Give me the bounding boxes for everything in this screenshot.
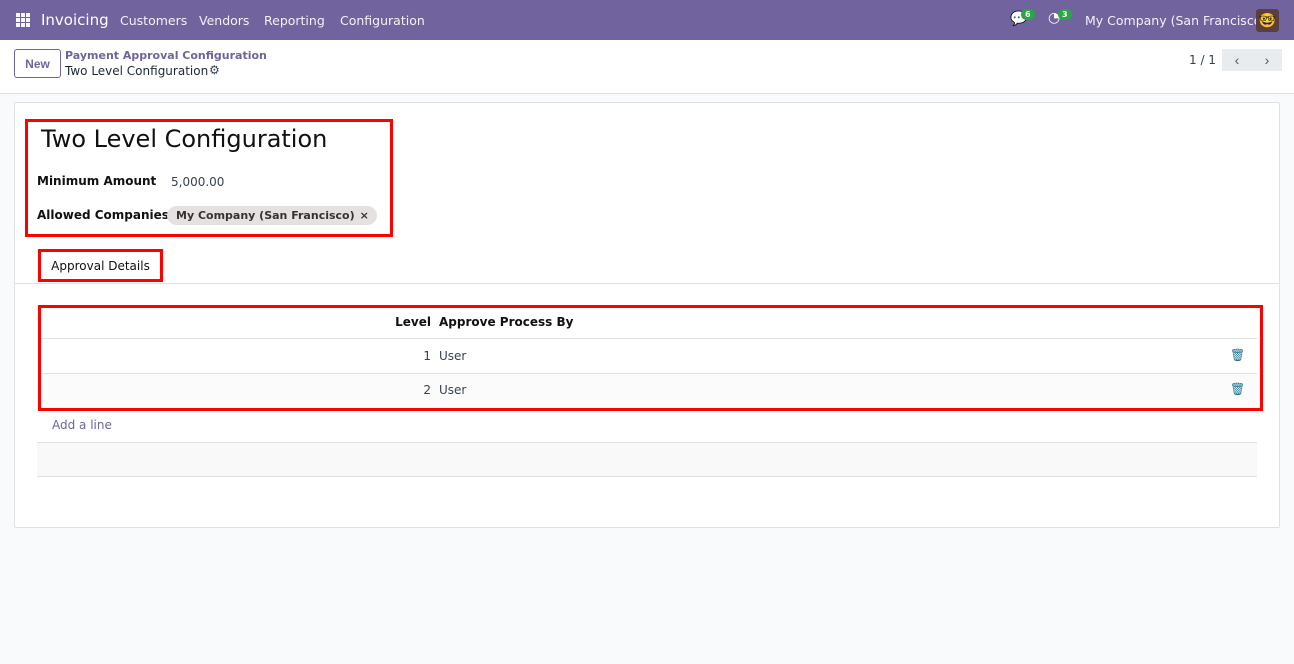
approve-by-cell[interactable]: User bbox=[439, 383, 466, 397]
add-a-line-link[interactable]: Add a line bbox=[52, 418, 112, 432]
column-approve-process-by[interactable]: Approve Process By bbox=[439, 315, 573, 329]
company-tag-label: My Company (San Francisco) bbox=[176, 209, 355, 222]
level-cell[interactable]: 2 bbox=[423, 383, 431, 397]
tab-approval-details[interactable]: Approval Details bbox=[40, 251, 161, 283]
activities-badge: 3 bbox=[1058, 9, 1072, 20]
menu-reporting[interactable]: Reporting bbox=[264, 13, 325, 28]
approve-by-cell[interactable]: User bbox=[439, 349, 466, 363]
company-tag[interactable]: My Company (San Francisco) × bbox=[167, 206, 377, 225]
remove-tag-icon[interactable]: × bbox=[360, 209, 369, 222]
pager-next-button[interactable]: › bbox=[1252, 49, 1282, 71]
app-name[interactable]: Invoicing bbox=[41, 11, 109, 29]
record-title[interactable]: Two Level Configuration bbox=[41, 125, 327, 153]
control-panel: New Payment Approval Configuration Two L… bbox=[0, 40, 1294, 94]
table-row[interactable]: 2 User 🗑 bbox=[40, 374, 1257, 409]
menu-vendors[interactable]: Vendors bbox=[199, 13, 249, 28]
pager-value[interactable]: 1 / 1 bbox=[1189, 53, 1216, 67]
gear-icon[interactable]: ⚙ bbox=[209, 63, 220, 77]
messages-badge: 6 bbox=[1021, 9, 1035, 20]
table-row[interactable]: 1 User 🗑 bbox=[40, 339, 1257, 374]
breadcrumb-parent[interactable]: Payment Approval Configuration bbox=[65, 49, 267, 62]
minimum-amount-field[interactable]: 5,000.00 bbox=[171, 175, 224, 189]
minimum-amount-label: Minimum Amount bbox=[37, 174, 157, 188]
level-cell[interactable]: 1 bbox=[423, 349, 431, 363]
column-level[interactable]: Level bbox=[395, 315, 431, 329]
trash-icon[interactable]: 🗑 bbox=[1230, 348, 1245, 362]
company-switcher[interactable]: My Company (San Francisco) bbox=[1085, 13, 1266, 28]
breadcrumb-current: Two Level Configuration bbox=[65, 64, 209, 78]
menu-configuration[interactable]: Configuration bbox=[340, 13, 425, 28]
tab-divider bbox=[14, 283, 1280, 284]
allowed-companies-label: Allowed Companies bbox=[37, 208, 169, 222]
menu-customers[interactable]: Customers bbox=[120, 13, 187, 28]
top-navbar: Invoicing Customers Vendors Reporting Co… bbox=[0, 0, 1294, 40]
user-avatar[interactable]: 🤓 bbox=[1256, 9, 1279, 32]
table-header: Level Approve Process By bbox=[40, 305, 1257, 339]
trash-icon[interactable]: 🗑 bbox=[1230, 382, 1245, 396]
empty-row bbox=[37, 442, 1257, 477]
apps-menu-icon[interactable] bbox=[16, 13, 30, 27]
new-button[interactable]: New bbox=[14, 49, 61, 78]
pager-previous-button[interactable]: ‹ bbox=[1222, 49, 1252, 71]
